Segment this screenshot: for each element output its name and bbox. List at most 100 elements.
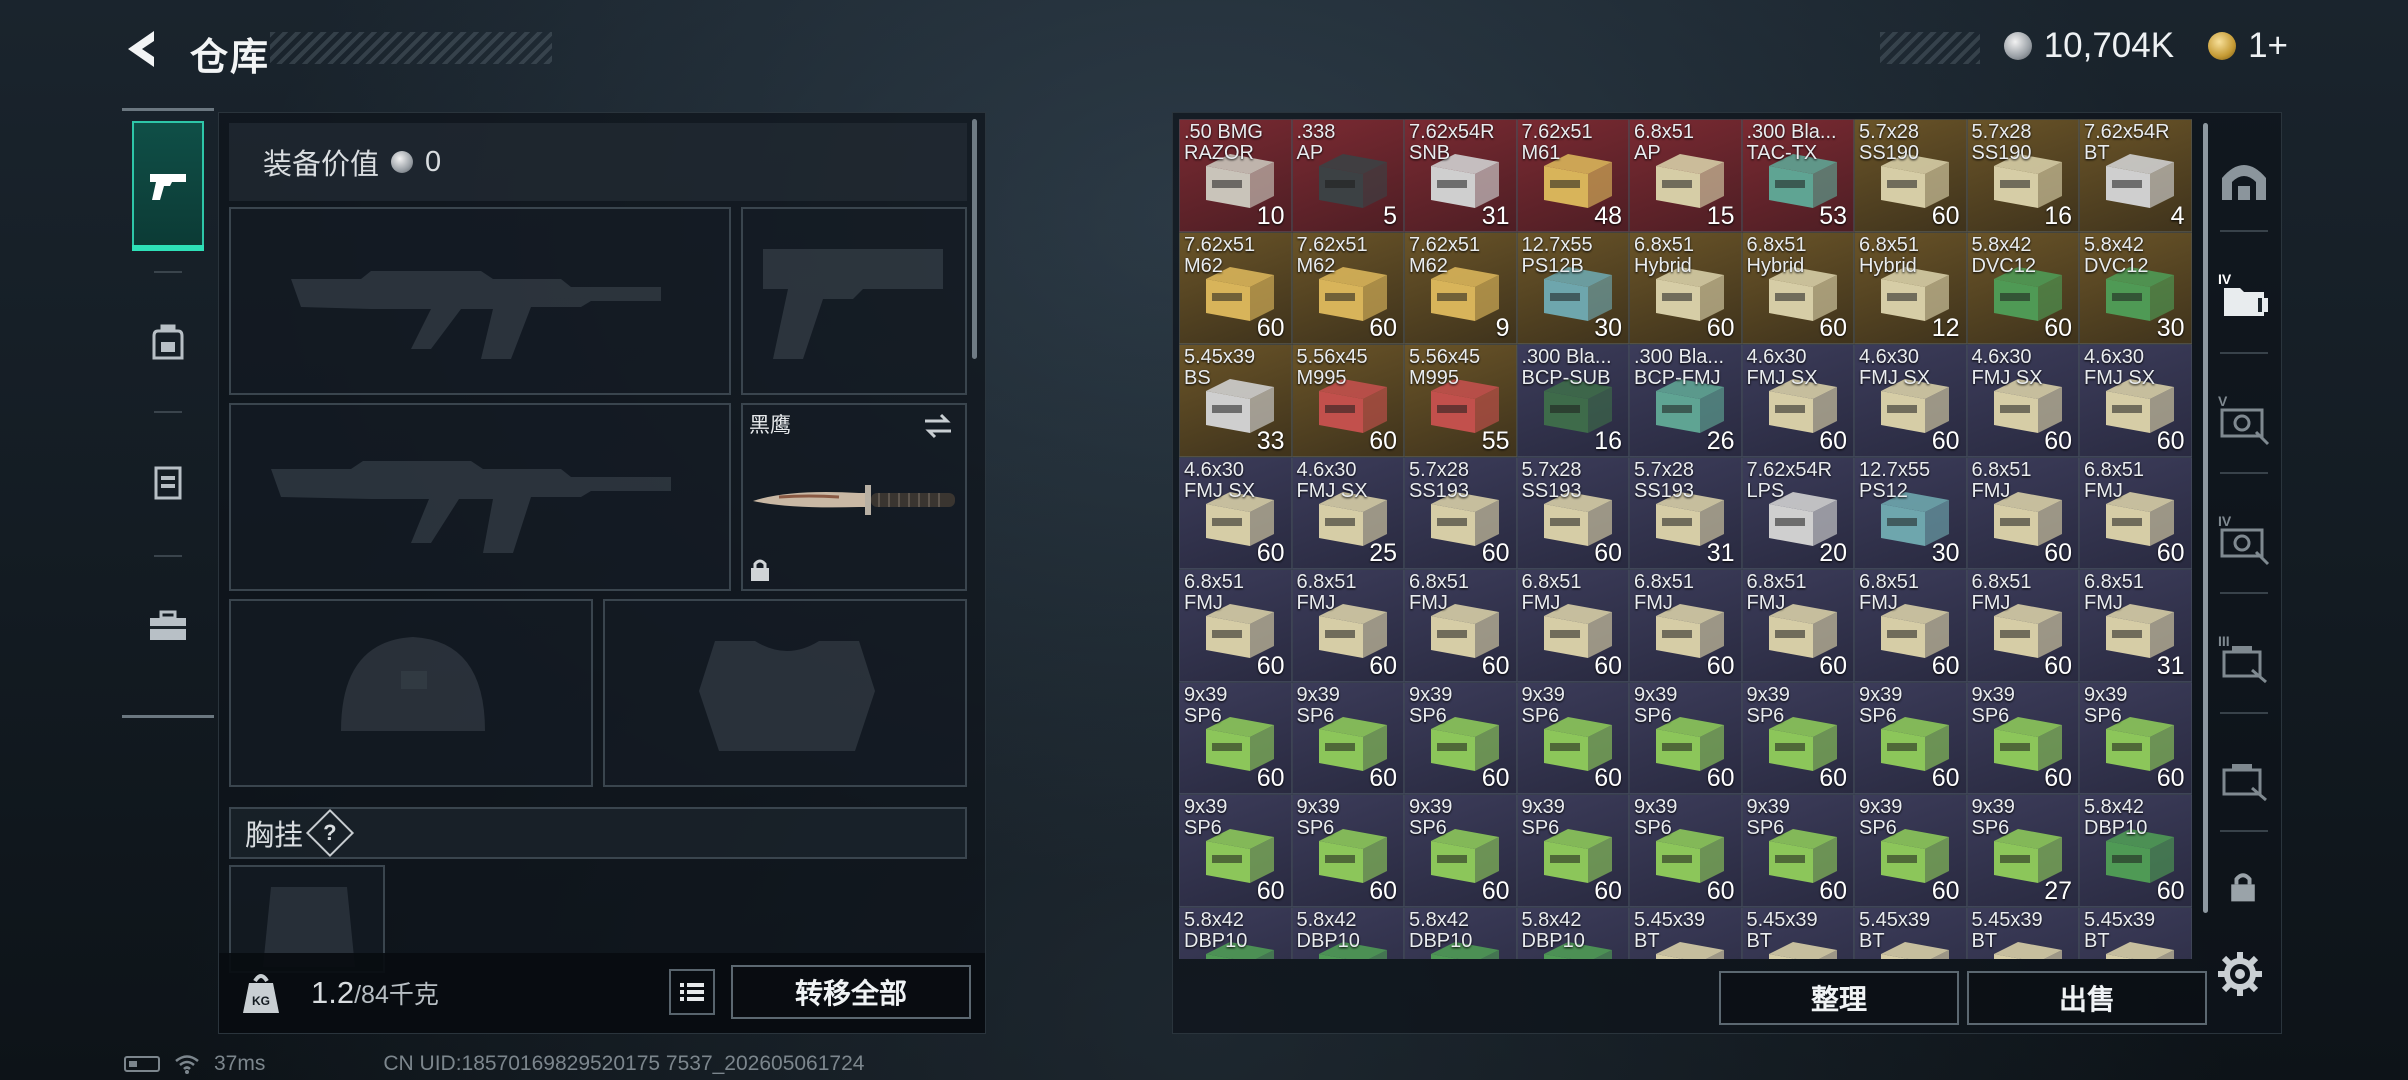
storage-item[interactable]: 6.8x51 FMJ 60 xyxy=(1966,456,2079,569)
gear-icon[interactable] xyxy=(2216,950,2264,998)
storage-item[interactable]: 7.62x51 M62 60 xyxy=(1291,231,1404,344)
storage-item[interactable]: 5.8x42 DVC12 30 xyxy=(2079,231,2192,344)
equipment-scrollbar[interactable] xyxy=(972,119,977,359)
storage-item[interactable]: 12.7x55 PS12 30 xyxy=(1854,456,1967,569)
sort-button[interactable]: 整理 xyxy=(1719,971,1959,1025)
storage-item[interactable]: 5.45x39 BT xyxy=(1966,906,2079,959)
storage-item[interactable]: 5.7x28 SS193 60 xyxy=(1404,456,1517,569)
storage-item[interactable]: 6.8x51 FMJ 31 xyxy=(2079,569,2192,682)
storage-item[interactable]: 9x39 SP6 60 xyxy=(1854,794,1967,907)
storage-item[interactable]: 5.45x39 BT xyxy=(1629,906,1742,959)
storage-item[interactable]: 9x39 SP6 60 xyxy=(1741,794,1854,907)
storage-item[interactable]: 6.8x51 FMJ 60 xyxy=(1741,569,1854,682)
helmet-slot[interactable] xyxy=(229,599,593,787)
storage-item[interactable]: 9x39 SP6 60 xyxy=(1291,681,1404,794)
storage-item[interactable]: 6.8x51 FMJ 60 xyxy=(1291,569,1404,682)
storage-item[interactable]: 6.8x51 Hybrid 60 xyxy=(1741,231,1854,344)
storage-item[interactable]: 7.62x51 M62 9 xyxy=(1404,231,1517,344)
storage-item[interactable]: 6.8x51 FMJ 60 xyxy=(1854,569,1967,682)
storage-item[interactable]: 9x39 SP6 60 xyxy=(1966,681,2079,794)
storage-item[interactable]: 5.8x42 DBP10 xyxy=(1404,906,1517,959)
sell-button[interactable]: 出售 xyxy=(1967,971,2207,1025)
tab-vest[interactable] xyxy=(132,417,204,547)
storage-item[interactable]: 9x39 SP6 60 xyxy=(1629,794,1742,907)
storage-item[interactable]: 4.6x30 FMJ SX 25 xyxy=(1291,456,1404,569)
storage-item[interactable]: 9x39 SP6 60 xyxy=(1741,681,1854,794)
storage-item[interactable]: .300 Bla... BCP-SUB 16 xyxy=(1516,344,1629,457)
storage-item[interactable]: 5.8x42 DVC12 60 xyxy=(1966,231,2079,344)
storage-item[interactable]: 9x39 SP6 60 xyxy=(2079,681,2192,794)
storage-item[interactable]: 6.8x51 Hybrid 60 xyxy=(1629,231,1742,344)
storage-item[interactable]: .300 Bla... TAC-TX 53 xyxy=(1741,119,1854,232)
storage-item[interactable]: 7.62x54R LPS 20 xyxy=(1741,456,1854,569)
storage-item[interactable]: .50 BMG RAZOR 10 xyxy=(1179,119,1292,232)
tab-case[interactable] xyxy=(132,561,204,691)
storage-item[interactable]: 4.6x30 FMJ SX 60 xyxy=(1179,456,1292,569)
primary-weapon-slot[interactable] xyxy=(229,207,731,395)
storage-item[interactable]: 5.45x39 BS 33 xyxy=(1179,344,1292,457)
list-view-button[interactable] xyxy=(669,969,715,1015)
storage-item[interactable]: 6.8x51 FMJ 60 xyxy=(1404,569,1517,682)
help-icon[interactable]: ? xyxy=(305,808,355,858)
armor-slot[interactable] xyxy=(603,599,967,787)
pistol-slot[interactable] xyxy=(741,207,967,395)
storage-item[interactable]: 6.8x51 Hybrid 12 xyxy=(1854,231,1967,344)
box-iii-icon[interactable]: III xyxy=(2216,630,2272,686)
storage-item[interactable]: 6.8x51 AP 15 xyxy=(1629,119,1742,232)
storage-item[interactable]: 9x39 SP6 60 xyxy=(1516,794,1629,907)
storage-item[interactable]: 4.6x30 FMJ SX 60 xyxy=(1854,344,1967,457)
swap-icon[interactable] xyxy=(921,411,955,441)
storage-item[interactable]: .338 AP 5 xyxy=(1291,119,1404,232)
storage-item[interactable]: 5.56x45 M995 55 xyxy=(1404,344,1517,457)
folder-iv-icon[interactable]: IV xyxy=(2216,268,2272,324)
storage-item[interactable]: 5.7x28 SS193 60 xyxy=(1516,456,1629,569)
storage-item[interactable]: 5.56x45 M995 60 xyxy=(1291,344,1404,457)
storage-item[interactable]: 6.8x51 FMJ 60 xyxy=(1629,569,1742,682)
lock-icon[interactable] xyxy=(2226,870,2260,904)
storage-item[interactable]: 9x39 SP6 60 xyxy=(1404,681,1517,794)
storage-item[interactable]: .300 Bla... BCP-FMJ 26 xyxy=(1629,344,1742,457)
back-arrow-icon[interactable] xyxy=(120,26,166,72)
storage-item[interactable]: 6.8x51 FMJ 60 xyxy=(1179,569,1292,682)
storage-item[interactable]: 7.62x54R BT 4 xyxy=(2079,119,2192,232)
box-icon[interactable] xyxy=(2216,748,2272,804)
case-iv-icon[interactable]: IV xyxy=(2216,510,2272,566)
shelter-icon[interactable] xyxy=(2216,152,2272,208)
storage-item[interactable]: 9x39 SP6 60 xyxy=(1291,794,1404,907)
storage-item[interactable]: 9x39 SP6 60 xyxy=(1854,681,1967,794)
storage-item[interactable]: 9x39 SP6 60 xyxy=(1404,794,1517,907)
storage-item[interactable]: 9x39 SP6 60 xyxy=(1629,681,1742,794)
token-amount[interactable]: 1+ xyxy=(2248,26,2288,66)
storage-item[interactable]: 6.8x51 FMJ 60 xyxy=(2079,456,2192,569)
case-v-icon[interactable]: V xyxy=(2216,390,2272,446)
storage-item[interactable]: 5.45x39 BT xyxy=(1741,906,1854,959)
tab-weapons[interactable] xyxy=(132,121,204,251)
storage-item[interactable]: 7.62x54R SNB 31 xyxy=(1404,119,1517,232)
storage-item[interactable]: 6.8x51 FMJ 60 xyxy=(1966,569,2079,682)
storage-item[interactable]: 5.7x28 SS190 60 xyxy=(1854,119,1967,232)
storage-item[interactable]: 9x39 SP6 27 xyxy=(1966,794,2079,907)
secondary-weapon-slot[interactable] xyxy=(229,403,731,591)
storage-item[interactable]: 7.62x51 M61 48 xyxy=(1516,119,1629,232)
storage-item[interactable]: 5.7x28 SS193 31 xyxy=(1629,456,1742,569)
storage-item[interactable]: 4.6x30 FMJ SX 60 xyxy=(1966,344,2079,457)
transfer-all-button[interactable]: 转移全部 xyxy=(731,965,971,1019)
storage-item[interactable]: 12.7x55 PS12B 30 xyxy=(1516,231,1629,344)
storage-item[interactable]: 4.6x30 FMJ SX 60 xyxy=(1741,344,1854,457)
storage-item[interactable]: 9x39 SP6 60 xyxy=(1179,794,1292,907)
storage-item[interactable]: 5.45x39 BT xyxy=(1854,906,1967,959)
tab-backpack[interactable] xyxy=(132,277,204,407)
storage-item[interactable]: 6.8x51 FMJ 60 xyxy=(1516,569,1629,682)
storage-item[interactable]: 5.45x39 BT xyxy=(2079,906,2192,959)
storage-item[interactable]: 7.62x51 M62 60 xyxy=(1179,231,1292,344)
storage-item[interactable]: 5.8x42 DBP10 60 xyxy=(2079,794,2192,907)
storage-item[interactable]: 4.6x30 FMJ SX 60 xyxy=(2079,344,2192,457)
storage-item[interactable]: 9x39 SP6 60 xyxy=(1516,681,1629,794)
item-quantity: 60 xyxy=(1931,764,1960,792)
storage-item[interactable]: 5.8x42 DBP10 xyxy=(1291,906,1404,959)
storage-item[interactable]: 5.7x28 SS190 16 xyxy=(1966,119,2079,232)
storage-item[interactable]: 5.8x42 DBP10 xyxy=(1516,906,1629,959)
melee-slot[interactable]: 黑鹰 xyxy=(741,403,967,591)
storage-item[interactable]: 5.8x42 DBP10 xyxy=(1179,906,1292,959)
storage-item[interactable]: 9x39 SP6 60 xyxy=(1179,681,1292,794)
